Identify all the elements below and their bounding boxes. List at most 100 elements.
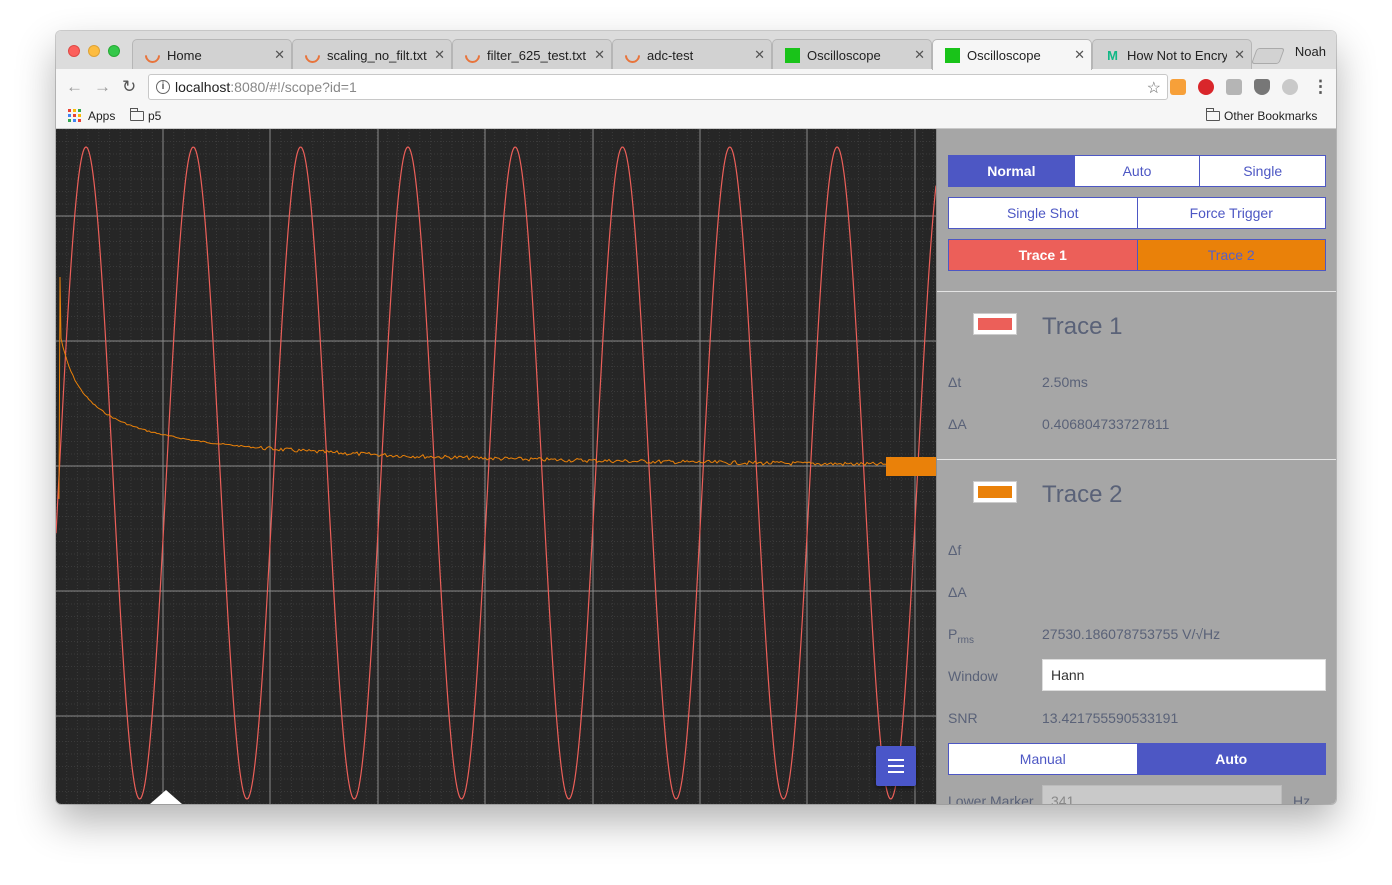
trace1-dt-label: Δt [948,374,962,390]
lower-marker-unit: Hz [1293,793,1311,804]
bookmark-other[interactable]: Other Bookmarks [1206,108,1318,123]
linux-extension-icon[interactable] [1282,79,1298,95]
apps-grid-icon [68,109,81,122]
tab-how-not-to-encrypt[interactable]: M How Not to Encryp ✕ [1092,39,1252,69]
address-bar[interactable]: i localhost:8080/#!/scope?id=1 ☆ [148,74,1168,100]
marker-mode-group: Manual Auto [948,743,1326,775]
close-icon[interactable]: ✕ [434,47,445,62]
bookmarks-bar: Apps p5 Other Bookmarks [56,105,1336,129]
trace1-dt-value: 2.50ms [1042,374,1088,390]
bookmark-other-label: Other Bookmarks [1224,109,1318,123]
bookmark-p5[interactable]: p5 [130,108,162,123]
green-square-icon [945,48,960,63]
close-icon[interactable]: ✕ [914,47,925,62]
profile-name[interactable]: Noah [1295,44,1326,59]
trace1-da-value: 0.406804733727811 [1042,416,1170,432]
close-icon[interactable]: ✕ [594,47,605,62]
scope-graph[interactable] [56,129,936,804]
trace1-color-swatch[interactable] [973,313,1017,335]
info-icon[interactable]: i [156,80,170,94]
divider [937,291,1336,292]
tab-filter-625-test[interactable]: filter_625_test.txt ✕ [452,39,612,69]
window-label: Window [948,668,998,684]
tab-adc-test[interactable]: adc-test ✕ [612,39,772,69]
url-path: :8080/#!/scope?id=1 [230,79,357,95]
reload-icon[interactable]: ↻ [122,77,136,97]
close-icon[interactable]: ✕ [1234,47,1245,62]
back-arrow-icon[interactable]: ← [66,77,83,97]
major-grid [56,129,936,804]
tab-home[interactable]: Home ✕ [132,39,292,69]
trace1-waveform [56,146,936,800]
tab-label: Oscilloscope [807,48,881,63]
loader-icon [301,44,324,67]
folder-icon [130,108,144,121]
url-text[interactable]: localhost:8080/#!/scope?id=1 [175,80,357,95]
menu-kebab-icon[interactable]: ⋮ [1312,77,1329,97]
trace2-title: Trace 2 [1042,481,1123,508]
rss-extension-icon[interactable] [1170,79,1186,95]
bookmark-p5-label: p5 [148,109,162,123]
auto-mode-button[interactable]: Auto [1073,155,1201,187]
close-icon[interactable]: ✕ [754,47,765,62]
single-mode-button[interactable]: Single [1199,155,1327,187]
prms-main: P [948,626,958,642]
new-tab-button[interactable] [1251,48,1285,64]
prms-sub: rms [957,634,975,646]
hamburger-line [888,759,904,761]
swatch-fill [978,318,1012,330]
tab-label: filter_625_test.txt [487,48,586,63]
trace2-offset-marker[interactable] [886,457,936,476]
trigger-marker[interactable] [150,790,182,804]
url-host: localhost [175,79,231,95]
manual-marker-button[interactable]: Manual [948,743,1138,775]
bookmark-star-icon[interactable]: ☆ [1147,78,1161,98]
close-icon[interactable]: ✕ [1074,47,1085,62]
tab-label: Oscilloscope [967,48,1041,63]
tab-strip: Home ✕ scaling_no_filt.txt ✕ filter_625_… [56,31,1336,70]
close-icon[interactable]: ✕ [274,47,285,62]
snr-value: 13.421755590533191 [1042,710,1179,726]
trace1-da-label: ΔA [948,416,967,432]
shield-extension-icon[interactable] [1254,79,1270,95]
bookmark-apps[interactable]: Apps [88,109,115,123]
bug-extension-icon[interactable] [1198,79,1214,95]
tab-label: How Not to Encryp [1127,48,1227,63]
window-select[interactable]: Hann [1042,659,1326,691]
tab-oscilloscope-active[interactable]: Oscilloscope ✕ [932,39,1092,70]
medium-icon: M [1107,48,1118,63]
trace2-prms-value: 27530.186078753755 V/√Hz [1042,626,1221,642]
tab-scaling-no-filt[interactable]: scaling_no_filt.txt ✕ [292,39,452,69]
lower-marker-input[interactable]: 341 [1042,785,1282,804]
loader-icon [141,44,164,67]
lower-marker-label: Lower Marker [948,793,1034,804]
tab-label: adc-test [647,48,694,63]
menu-button[interactable] [876,746,916,786]
trace1-select-button[interactable]: Trace 1 [948,239,1138,271]
window-close-button[interactable] [68,45,80,57]
force-trigger-button[interactable]: Force Trigger [1136,197,1326,229]
hamburger-line [888,771,904,773]
window-maximize-button[interactable] [108,45,120,57]
css-extension-icon[interactable] [1226,79,1242,95]
window-minimize-button[interactable] [88,45,100,57]
tab-label: Home [167,48,202,63]
trace1-title: Trace 1 [1042,313,1123,340]
trace2-prms-label: Prms [948,626,974,649]
auto-marker-button[interactable]: Auto [1136,743,1326,775]
trace2-select-button[interactable]: Trace 2 [1136,239,1326,271]
single-shot-button[interactable]: Single Shot [948,197,1138,229]
tab-oscilloscope-1[interactable]: Oscilloscope ✕ [772,39,932,69]
normal-mode-button[interactable]: Normal [948,155,1075,187]
browser-toolbar: ← → ↻ i localhost:8080/#!/scope?id=1 ☆ ⋮ [56,69,1336,105]
green-square-icon [785,48,800,63]
trace2-color-swatch[interactable] [973,481,1017,503]
swatch-fill [978,486,1012,498]
trace-select-group: Trace 1 Trace 2 [948,239,1326,271]
folder-icon [1206,108,1220,121]
trace2-df-label: Δf [948,542,962,558]
forward-arrow-icon[interactable]: → [94,77,111,97]
trigger-action-group: Single Shot Force Trigger [948,197,1326,229]
hamburger-line [888,765,904,767]
oscilloscope-display[interactable] [56,129,936,804]
